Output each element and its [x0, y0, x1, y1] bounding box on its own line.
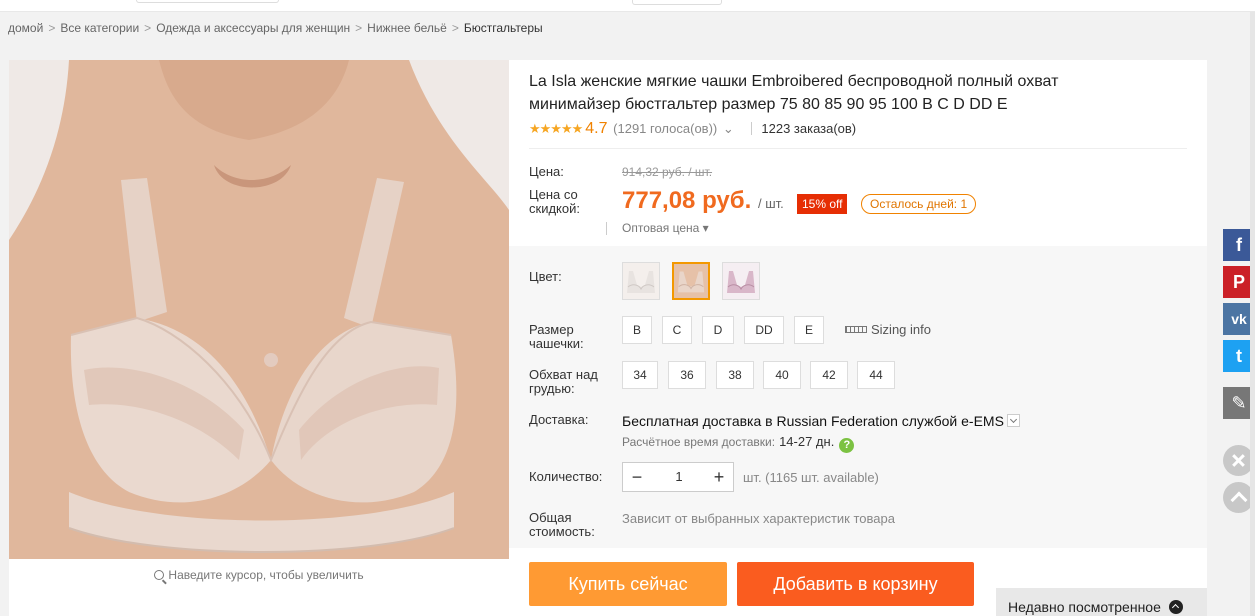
options-panel: [509, 246, 1207, 548]
quantity-input[interactable]: 1: [651, 463, 707, 491]
days-left-badge: Осталось дней: 1: [861, 194, 977, 214]
cup-size-option[interactable]: DD: [744, 316, 784, 344]
add-to-cart-button[interactable]: Добавить в корзину: [737, 562, 974, 606]
discount-price-label: Цена со скидкой:: [529, 187, 580, 216]
rating-row: ★★★★★ 4.7 (1291 голоса(ов)) ⌄ 1223 заказа…: [529, 120, 856, 138]
cup-size-option[interactable]: C: [662, 316, 692, 344]
product-photo-image: [9, 60, 509, 559]
votes-link[interactable]: (1291 голоса(ов)): [613, 121, 717, 136]
shipping-method[interactable]: Бесплатная доставка в Russian Federation…: [622, 413, 1020, 429]
band-size-label: Обхват над грудью:: [529, 367, 598, 396]
quantity-minus-button[interactable]: −: [623, 463, 651, 491]
color-swatch-beige[interactable]: [672, 262, 710, 300]
breadcrumb-women-clothing[interactable]: Одежда и аксессуары для женщин: [156, 21, 350, 35]
delivery-estimate: Расчётное время доставки: 14-27 дн.?: [622, 434, 855, 453]
price-unit: / шт.: [758, 196, 784, 211]
rating-value: 4.7: [585, 120, 608, 137]
quantity-plus-button[interactable]: +: [705, 463, 733, 491]
price-label: Цена:: [529, 164, 564, 179]
breadcrumb-all-categories[interactable]: Все категории: [60, 21, 139, 35]
header-button-edge[interactable]: [632, 0, 722, 5]
scrollbar[interactable]: [1250, 12, 1255, 616]
quantity-label: Количество:: [529, 469, 603, 484]
ruler-icon: [845, 326, 867, 333]
cup-size-option[interactable]: E: [794, 316, 824, 344]
search-box-edge[interactable]: [136, 0, 279, 3]
discount-badge: 15% off: [797, 194, 848, 214]
chevron-down-icon[interactable]: ⌄: [719, 121, 734, 136]
breadcrumb-current: Бюстгальтеры: [463, 21, 543, 35]
cup-size-label: Размер чашечки:: [529, 322, 584, 351]
available-stock: шт. (1165 шт. available): [743, 470, 879, 485]
magnifier-icon: [154, 570, 165, 580]
cup-size-option[interactable]: D: [702, 316, 734, 344]
product-title: La Isla женские мягкие чашки Embroibered…: [529, 73, 1059, 113]
product-info: La Isla женские мягкие чашки Embroibered…: [509, 60, 1207, 616]
breadcrumb-home[interactable]: домой: [8, 21, 43, 35]
zoom-hint: Наведите курсор, чтобы увеличить: [9, 568, 509, 582]
top-bar: [0, 0, 1255, 12]
total-label: Общая стоимость:: [529, 510, 595, 539]
swatch-image: [723, 263, 759, 299]
breadcrumb: домой > Все категории > Одежда и аксессуары …: [8, 21, 543, 35]
band-size-option[interactable]: 34: [622, 361, 658, 389]
shipping-label: Доставка:: [529, 412, 589, 427]
band-size-option[interactable]: 36: [668, 361, 706, 389]
color-label: Цвет:: [529, 269, 562, 284]
help-icon[interactable]: ?: [839, 438, 855, 453]
color-swatch-pink[interactable]: [722, 262, 760, 300]
chevron-down-icon[interactable]: [1006, 414, 1020, 427]
cup-size-option[interactable]: B: [622, 316, 652, 344]
band-size-option[interactable]: 42: [810, 361, 848, 389]
swatch-image: [674, 264, 708, 298]
band-size-option[interactable]: 38: [716, 361, 754, 389]
orders-count: 1223 заказа(ов): [761, 121, 857, 136]
band-size-option[interactable]: 40: [763, 361, 801, 389]
product-gallery: Наведите курсор, чтобы увеличить: [9, 60, 509, 616]
discount-price: 777,08 руб.: [622, 187, 752, 214]
recently-viewed-bar[interactable]: Недавно посмотренное: [996, 588, 1207, 616]
star-rating-icon: ★★★★★: [529, 121, 583, 136]
wholesale-price-link[interactable]: Оптовая цена ▾: [606, 221, 709, 235]
chevron-up-icon: [1168, 600, 1183, 614]
old-price: 914,32 руб. / шт.: [622, 165, 713, 179]
buy-now-button[interactable]: Купить сейчас: [529, 562, 727, 606]
breadcrumb-underwear[interactable]: Нижнее бельё: [367, 21, 447, 35]
quantity-stepper: − 1 +: [622, 462, 734, 492]
total-value: Зависит от выбранных характеристик товар…: [622, 511, 895, 526]
sizing-info-link[interactable]: Sizing info: [845, 322, 931, 337]
swatch-image: [623, 263, 659, 299]
product-photo[interactable]: [9, 60, 509, 559]
band-size-option[interactable]: 44: [857, 361, 895, 389]
divider: [529, 148, 1187, 149]
color-swatch-white[interactable]: [622, 262, 660, 300]
divider: [751, 122, 753, 135]
